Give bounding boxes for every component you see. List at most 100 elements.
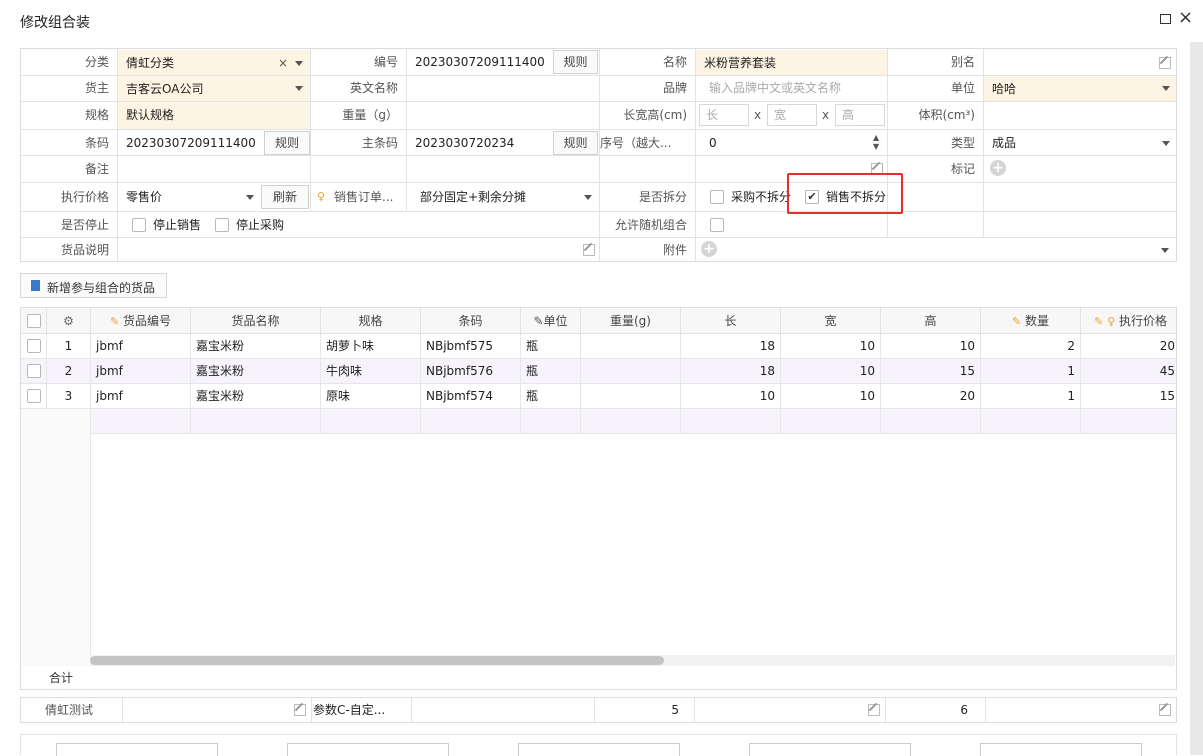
cell-price[interactable]: 20 — [1081, 334, 1176, 359]
barcode-input[interactable]: 20230307209111400 — [118, 130, 263, 156]
cell-w[interactable]: 10 — [781, 359, 881, 384]
cell-barcode[interactable]: NBjbmf576 — [421, 359, 521, 384]
edit-icon[interactable] — [1159, 704, 1171, 716]
cell-spec[interactable]: 牛肉味 — [321, 359, 421, 384]
cell-w[interactable] — [781, 409, 881, 434]
cell-weight[interactable] — [581, 384, 681, 409]
cell-weight[interactable] — [581, 334, 681, 359]
cell-l[interactable]: 18 — [681, 334, 781, 359]
purchase-no-split-checkbox[interactable] — [710, 190, 724, 204]
grid-scroll-thumb[interactable] — [90, 656, 664, 665]
cell-unit[interactable]: 瓶 — [521, 384, 581, 409]
edit-icon[interactable] — [868, 704, 880, 716]
cell-weight[interactable] — [581, 409, 681, 434]
row-checkbox[interactable] — [27, 389, 41, 403]
col-header-barcode[interactable]: 条码 — [421, 308, 521, 334]
row-select[interactable] — [21, 384, 47, 409]
bottom-field[interactable] — [518, 743, 680, 756]
width-input[interactable]: 宽 — [767, 104, 817, 126]
cell-name[interactable]: 嘉宝米粉 — [191, 384, 321, 409]
chevron-down-icon[interactable] — [1161, 248, 1169, 253]
stepper-icon[interactable]: ▲ ▼ — [873, 133, 879, 151]
col-header-weight[interactable]: 重量(g) — [581, 308, 681, 334]
cell-qty[interactable] — [981, 409, 1081, 434]
col-header-name[interactable]: 货品名称 — [191, 308, 321, 334]
type-select[interactable]: 成品 — [984, 130, 1176, 156]
cell-spec[interactable]: 原味 — [321, 384, 421, 409]
table-row[interactable]: 2 jbmf 嘉宝米粉 牛肉味 NBjbmf576 瓶 18 10 15 1 45 — [21, 359, 1176, 384]
gear-header[interactable]: ⚙ — [47, 308, 91, 334]
dialog-scrollbar[interactable] — [1190, 42, 1203, 755]
maximize-icon[interactable] — [1160, 14, 1171, 24]
cell-h[interactable] — [881, 409, 981, 434]
stop-purchase-checkbox[interactable] — [215, 218, 229, 232]
cell-l[interactable]: 10 — [681, 384, 781, 409]
row-select[interactable] — [21, 359, 47, 384]
cell-qty[interactable]: 1 — [981, 359, 1081, 384]
cell-unit[interactable] — [521, 409, 581, 434]
table-row[interactable]: 4 — [21, 409, 1176, 434]
cell-price[interactable] — [1081, 409, 1176, 434]
add-goods-button[interactable]: 新增参与组合的货品 — [20, 273, 167, 298]
spec-input[interactable]: 默认规格 — [118, 102, 310, 129]
brand-input[interactable]: 输入品牌中文或英文名称 — [701, 75, 887, 101]
cell-w[interactable]: 10 — [781, 384, 881, 409]
bottom-field[interactable] — [56, 743, 218, 756]
cell-h[interactable]: 10 — [881, 334, 981, 359]
cell-h[interactable]: 20 — [881, 384, 981, 409]
cell-qty[interactable]: 2 — [981, 334, 1081, 359]
edit-icon[interactable] — [294, 704, 306, 716]
cell-barcode[interactable]: NBjbmf574 — [421, 384, 521, 409]
seq-input[interactable]: 0 — [701, 130, 861, 156]
cell-price[interactable]: 45 — [1081, 359, 1176, 384]
stop-sales-checkbox[interactable] — [132, 218, 146, 232]
close-icon[interactable]: × — [1178, 9, 1193, 27]
en-name-input[interactable] — [407, 75, 599, 101]
col-header-height[interactable]: 高 — [881, 308, 981, 334]
remark-input[interactable] — [118, 156, 888, 182]
chevron-down-icon[interactable] — [1162, 86, 1170, 91]
cell-price[interactable]: 15 — [1081, 384, 1176, 409]
row-checkbox[interactable] — [27, 364, 41, 378]
custom-field-2-value[interactable]: 5 — [594, 698, 679, 722]
cell-name[interactable]: 嘉宝米粉 — [191, 334, 321, 359]
weight-input[interactable] — [407, 102, 599, 128]
edit-icon[interactable] — [583, 244, 595, 256]
length-input[interactable]: 长 — [699, 104, 749, 126]
chevron-down-icon[interactable] — [584, 195, 592, 200]
code-rule-button[interactable]: 规则 — [553, 50, 598, 74]
cell-barcode[interactable] — [421, 409, 521, 434]
barcode-rule-button[interactable]: 规则 — [264, 131, 310, 155]
exec-price-select[interactable]: 零售价 — [118, 184, 260, 210]
allow-random-checkbox[interactable] — [710, 218, 724, 232]
cell-unit[interactable]: 瓶 — [521, 359, 581, 384]
table-row[interactable]: 3 jbmf 嘉宝米粉 原味 NBjbmf574 瓶 10 10 20 1 15 — [21, 384, 1176, 409]
alias-input[interactable] — [984, 49, 1176, 75]
cell-code[interactable]: jbmf — [91, 384, 191, 409]
cell-l[interactable]: 18 — [681, 359, 781, 384]
cell-code[interactable]: jbmf — [91, 359, 191, 384]
row-select[interactable] — [21, 334, 47, 359]
cell-unit[interactable]: 瓶 — [521, 334, 581, 359]
chevron-down-icon[interactable] — [295, 61, 303, 66]
cell-h[interactable]: 15 — [881, 359, 981, 384]
row-checkbox[interactable] — [27, 339, 41, 353]
cell-weight[interactable] — [581, 359, 681, 384]
cell-l[interactable] — [681, 409, 781, 434]
col-header-length[interactable]: 长 — [681, 308, 781, 334]
chevron-down-icon[interactable] — [1162, 141, 1170, 146]
cell-qty[interactable]: 1 — [981, 384, 1081, 409]
cell-code[interactable] — [91, 409, 191, 434]
cell-spec[interactable]: 胡萝卜味 — [321, 334, 421, 359]
chevron-down-icon[interactable] — [295, 86, 303, 91]
cell-name[interactable]: 嘉宝米粉 — [191, 359, 321, 384]
refresh-button[interactable]: 刷新 — [261, 185, 309, 209]
main-barcode-input[interactable]: 2023030720234 — [407, 130, 552, 156]
table-row[interactable]: 1 jbmf 嘉宝米粉 胡萝卜味 NBjbmf575 瓶 18 10 10 2 20 — [21, 334, 1176, 359]
col-header-spec[interactable]: 规格 — [321, 308, 421, 334]
bottom-field[interactable] — [749, 743, 911, 756]
split-mode-select[interactable]: 部分固定+剩余分摊 — [412, 184, 599, 210]
bottom-field[interactable] — [287, 743, 449, 756]
bottom-field[interactable] — [980, 743, 1142, 756]
custom-field-3-value[interactable]: 6 — [885, 698, 968, 722]
